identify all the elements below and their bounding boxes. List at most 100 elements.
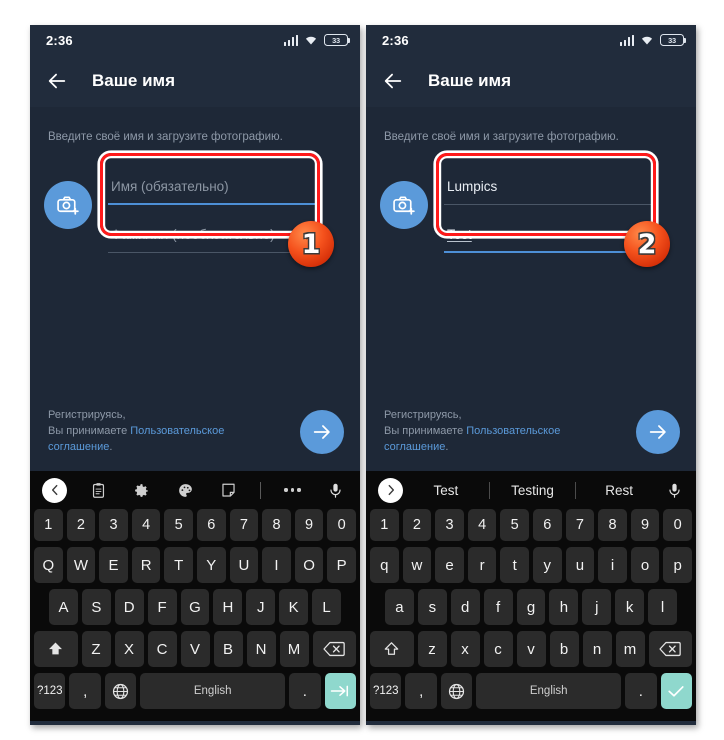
key-7[interactable]: 7 <box>229 509 259 541</box>
key-0[interactable]: 0 <box>327 509 356 541</box>
first-name-input[interactable]: Lumpics <box>444 167 656 205</box>
key-z[interactable]: z <box>417 631 447 667</box>
key-x[interactable]: x <box>450 631 480 667</box>
symbols-key[interactable]: ?123 <box>370 673 402 709</box>
key-0[interactable]: 0 <box>663 509 692 541</box>
voice-input-button[interactable] <box>324 478 348 502</box>
key-u[interactable]: u <box>565 547 595 583</box>
suggestion-2[interactable]: Testing <box>490 483 576 498</box>
key-K[interactable]: K <box>279 589 309 625</box>
key-b[interactable]: b <box>549 631 579 667</box>
clipboard-button[interactable] <box>86 478 110 502</box>
camera-add-button[interactable] <box>44 181 92 229</box>
back-arrow-icon[interactable] <box>46 70 68 92</box>
key-Q[interactable]: Q <box>34 547 63 583</box>
key-6[interactable]: 6 <box>533 509 562 541</box>
settings-button[interactable] <box>130 478 154 502</box>
key-8[interactable]: 8 <box>262 509 291 541</box>
key-P[interactable]: P <box>327 547 356 583</box>
key-7[interactable]: 7 <box>565 509 595 541</box>
key-D[interactable]: D <box>114 589 144 625</box>
key-e[interactable]: e <box>435 547 464 583</box>
key-V[interactable]: V <box>180 631 210 667</box>
next-button[interactable] <box>300 410 344 454</box>
key-y[interactable]: y <box>533 547 562 583</box>
suggestion-1[interactable]: Test <box>403 483 489 498</box>
key-h[interactable]: h <box>549 589 579 625</box>
key-3[interactable]: 3 <box>435 509 464 541</box>
terms-link-part1[interactable]: Пользовательское <box>466 425 560 437</box>
key-F[interactable]: F <box>147 589 177 625</box>
key-5[interactable]: 5 <box>500 509 529 541</box>
next-button[interactable] <box>636 410 680 454</box>
key-G[interactable]: G <box>180 589 210 625</box>
more-button[interactable] <box>281 478 305 502</box>
key-R[interactable]: R <box>131 547 161 583</box>
terms-link-part2[interactable]: соглашение <box>48 441 109 453</box>
key-H[interactable]: H <box>213 589 243 625</box>
key-n[interactable]: n <box>582 631 612 667</box>
key-c[interactable]: c <box>483 631 513 667</box>
camera-add-button[interactable] <box>380 181 428 229</box>
key-J[interactable]: J <box>246 589 276 625</box>
chevron-left-button[interactable] <box>42 477 67 503</box>
key-v[interactable]: v <box>516 631 546 667</box>
key-1[interactable]: 1 <box>370 509 399 541</box>
key-k[interactable]: k <box>615 589 645 625</box>
key-i[interactable]: i <box>598 547 627 583</box>
key-N[interactable]: N <box>246 631 276 667</box>
key-L[interactable]: L <box>312 589 342 625</box>
sticker-button[interactable] <box>217 478 241 502</box>
key-1[interactable]: 1 <box>34 509 63 541</box>
language-key[interactable] <box>104 673 137 709</box>
key-5[interactable]: 5 <box>164 509 193 541</box>
key-g[interactable]: g <box>516 589 546 625</box>
key-4[interactable]: 4 <box>467 509 497 541</box>
key-W[interactable]: W <box>66 547 96 583</box>
symbols-key[interactable]: ?123 <box>34 673 66 709</box>
key-8[interactable]: 8 <box>598 509 627 541</box>
key-q[interactable]: q <box>370 547 399 583</box>
first-name-input[interactable]: Имя (обязательно) <box>108 167 320 205</box>
tab-next-key[interactable] <box>324 673 356 709</box>
space-key[interactable]: English <box>476 673 622 709</box>
confirm-key[interactable] <box>660 673 692 709</box>
key-6[interactable]: 6 <box>197 509 226 541</box>
key-X[interactable]: X <box>114 631 144 667</box>
terms-link-part2[interactable]: соглашение <box>384 441 445 453</box>
key-3[interactable]: 3 <box>99 509 128 541</box>
comma-key[interactable]: , <box>69 673 101 709</box>
key-s[interactable]: s <box>417 589 447 625</box>
key-U[interactable]: U <box>229 547 259 583</box>
key-Y[interactable]: Y <box>197 547 226 583</box>
key-A[interactable]: A <box>49 589 78 625</box>
key-I[interactable]: I <box>262 547 291 583</box>
key-2[interactable]: 2 <box>402 509 432 541</box>
key-C[interactable]: C <box>147 631 177 667</box>
key-B[interactable]: B <box>213 631 243 667</box>
voice-input-button[interactable] <box>662 478 686 502</box>
comma-key[interactable]: , <box>405 673 437 709</box>
key-2[interactable]: 2 <box>66 509 96 541</box>
terms-link-part1[interactable]: Пользовательское <box>130 425 224 437</box>
key-O[interactable]: O <box>294 547 324 583</box>
key-l[interactable]: l <box>648 589 678 625</box>
key-d[interactable]: d <box>450 589 480 625</box>
shift-key[interactable] <box>370 631 414 667</box>
key-T[interactable]: T <box>164 547 193 583</box>
key-m[interactable]: m <box>615 631 645 667</box>
key-p[interactable]: p <box>663 547 692 583</box>
back-arrow-icon[interactable] <box>382 70 404 92</box>
key-t[interactable]: t <box>500 547 529 583</box>
backspace-key[interactable] <box>312 631 356 667</box>
key-f[interactable]: f <box>483 589 513 625</box>
suggestion-3[interactable]: Rest <box>576 483 662 498</box>
key-9[interactable]: 9 <box>294 509 324 541</box>
key-a[interactable]: a <box>385 589 414 625</box>
backspace-key[interactable] <box>648 631 692 667</box>
period-key[interactable]: . <box>289 673 321 709</box>
period-key[interactable]: . <box>625 673 657 709</box>
key-9[interactable]: 9 <box>630 509 660 541</box>
key-4[interactable]: 4 <box>131 509 161 541</box>
key-o[interactable]: o <box>630 547 660 583</box>
